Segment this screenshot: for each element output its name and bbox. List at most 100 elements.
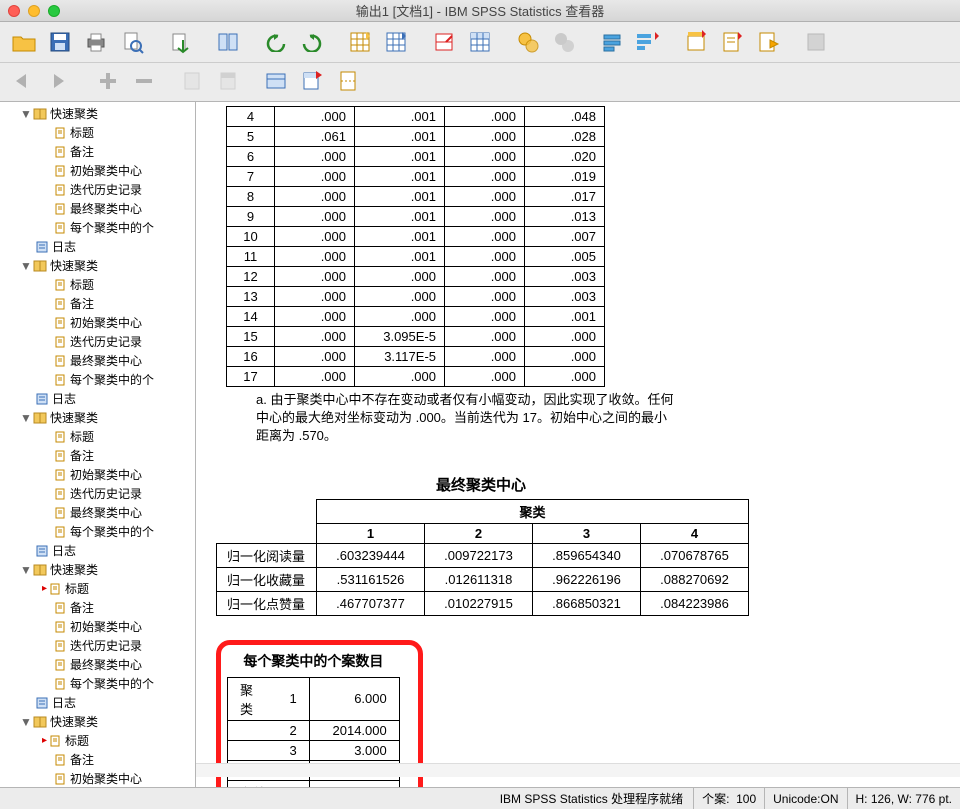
outline-child-item[interactable]: 每个聚类中的个 — [2, 674, 195, 693]
open-file-button[interactable] — [8, 26, 40, 58]
minimize-window-button[interactable] — [28, 5, 40, 17]
outline-child-item[interactable]: 标题 — [2, 275, 195, 294]
close-window-button[interactable] — [8, 5, 20, 17]
insert-new-heading-button[interactable] — [296, 65, 328, 97]
outline-child-item[interactable]: 最终聚类中心 — [2, 199, 195, 218]
table-row[interactable]: 5.061.001.000.028 — [227, 127, 605, 147]
outline-child-item[interactable]: 初始聚类中心 — [2, 313, 195, 332]
outline-child-item[interactable]: 每个聚类中的个 — [2, 522, 195, 541]
content-area: ▼快速聚类标题备注初始聚类中心迭代历史记录最终聚类中心每个聚类中的个日志▼快速聚… — [0, 102, 960, 787]
status-unicode: Unicode:ON — [764, 788, 846, 809]
outline-child-item[interactable]: 初始聚类中心 — [2, 465, 195, 484]
table-row[interactable]: 14.000.000.000.001 — [227, 307, 605, 327]
outline-child-item[interactable]: 迭代历史记录 — [2, 180, 195, 199]
outline-child-item[interactable]: 备注 — [2, 142, 195, 161]
outline-group-item[interactable]: ▼快速聚类 — [2, 256, 195, 275]
outline-child-item[interactable]: 最终聚类中心 — [2, 503, 195, 522]
outline-group-item[interactable]: ▼快速聚类 — [2, 408, 195, 427]
insert-heading-button[interactable] — [632, 26, 664, 58]
nav-forward-button[interactable] — [44, 65, 76, 97]
table-row[interactable]: 13.000.000.000.003 — [227, 287, 605, 307]
outline-child-item[interactable]: 迭代历史记录 — [2, 484, 195, 503]
outline-pane[interactable]: ▼快速聚类标题备注初始聚类中心迭代历史记录最终聚类中心每个聚类中的个日志▼快速聚… — [0, 102, 196, 787]
print-button[interactable] — [80, 26, 112, 58]
export-button[interactable] — [164, 26, 196, 58]
outline-child-item[interactable]: 迭代历史记录 — [2, 332, 195, 351]
outline-group-item[interactable]: ▼快速聚类 — [2, 560, 195, 579]
insert-page-break-button[interactable] — [332, 65, 364, 97]
table-row[interactable]: 15.0003.095E-5.000.000 — [227, 327, 605, 347]
table-row[interactable]: 有效2192.000 — [228, 780, 400, 787]
promote-button[interactable] — [92, 65, 124, 97]
table-row[interactable]: 6.000.001.000.020 — [227, 147, 605, 167]
final-cluster-centers-table[interactable]: 聚类 1234 归一化阅读量.603239444.009722173.85965… — [216, 499, 749, 616]
outline-log-item[interactable]: 日志 — [2, 541, 195, 560]
outline-child-item[interactable]: 初始聚类中心 — [2, 617, 195, 636]
iteration-history-table[interactable]: 4.000.001.000.0485.061.001.000.0286.000.… — [226, 106, 605, 387]
use-sets-button[interactable] — [548, 26, 580, 58]
centers-column-header: 3 — [533, 523, 641, 543]
table-row[interactable]: 7.000.001.000.019 — [227, 167, 605, 187]
show-hide-button[interactable] — [260, 65, 292, 97]
table-row[interactable]: 10.000.001.000.007 — [227, 227, 605, 247]
output-viewer-pane[interactable]: 4.000.001.000.0485.061.001.000.0286.000.… — [196, 102, 960, 787]
outline-child-item[interactable]: 备注 — [2, 750, 195, 769]
demote-button[interactable] — [128, 65, 160, 97]
zoom-window-button[interactable] — [48, 5, 60, 17]
outline-child-item[interactable]: 备注 — [2, 446, 195, 465]
outline-group-item[interactable]: ▼快速聚类 — [2, 712, 195, 731]
select-cases-button[interactable] — [464, 26, 496, 58]
expand-button[interactable] — [176, 65, 208, 97]
table-row[interactable]: 聚类16.000 — [228, 677, 400, 720]
table-row[interactable]: 归一化收藏量.531161526.012611318.962226196.088… — [217, 567, 749, 591]
value-labels-button[interactable] — [512, 26, 544, 58]
goto-data-button[interactable] — [344, 26, 376, 58]
outline-child-item[interactable]: 最终聚类中心 — [2, 655, 195, 674]
outline-child-item[interactable]: ▸标题 — [2, 731, 195, 750]
table-row[interactable]: 33.000 — [228, 740, 400, 760]
table-row[interactable]: 22014.000 — [228, 720, 400, 740]
variables-button[interactable] — [428, 26, 460, 58]
goto-case-button[interactable] — [380, 26, 412, 58]
outline-child-item[interactable]: 初始聚类中心 — [2, 161, 195, 180]
outline-child-item[interactable]: 初始聚类中心 — [2, 769, 195, 787]
designate-window-button[interactable] — [800, 26, 832, 58]
main-horizontal-scrollbar[interactable] — [196, 763, 960, 777]
table-row[interactable]: 12.000.000.000.003 — [227, 267, 605, 287]
recall-dialog-button[interactable] — [212, 26, 244, 58]
print-preview-button[interactable] — [116, 26, 148, 58]
undo-button[interactable] — [260, 26, 292, 58]
table-row[interactable]: 归一化阅读量.603239444.009722173.859654340.070… — [217, 543, 749, 567]
table-row[interactable]: 9.000.001.000.013 — [227, 207, 605, 227]
table-row[interactable]: 17.000.000.000.000 — [227, 367, 605, 387]
save-button[interactable] — [44, 26, 76, 58]
outline-log-item[interactable]: 日志 — [2, 389, 195, 408]
outline-log-item[interactable]: 日志 — [2, 693, 195, 712]
table-row[interactable]: 归一化点赞量.467707377.010227915.866850321.084… — [217, 591, 749, 615]
insert-text-button[interactable] — [716, 26, 748, 58]
run-script-button[interactable] — [752, 26, 784, 58]
outline-child-item[interactable]: 迭代历史记录 — [2, 636, 195, 655]
outline-child-item[interactable]: 备注 — [2, 598, 195, 617]
outline-child-item[interactable]: 备注 — [2, 294, 195, 313]
outline-log-item[interactable]: 日志 — [2, 237, 195, 256]
show-all-button[interactable] — [596, 26, 628, 58]
outline-child-item[interactable]: 每个聚类中的个 — [2, 218, 195, 237]
outline-child-item[interactable]: 标题 — [2, 123, 195, 142]
redo-button[interactable] — [296, 26, 328, 58]
outline-group-item[interactable]: ▼快速聚类 — [2, 104, 195, 123]
app-window: 输出1 [文档1] - IBM SPSS Statistics 查看器 — [0, 0, 960, 809]
table-row[interactable]: 11.000.001.000.005 — [227, 247, 605, 267]
table-row[interactable]: 8.000.001.000.017 — [227, 187, 605, 207]
table-row[interactable]: 16.0003.117E-5.000.000 — [227, 347, 605, 367]
outline-child-item[interactable]: 最终聚类中心 — [2, 351, 195, 370]
outline-child-item[interactable]: ▸标题 — [2, 579, 195, 598]
nav-back-button[interactable] — [8, 65, 40, 97]
insert-title-button[interactable] — [680, 26, 712, 58]
outline-child-item[interactable]: 标题 — [2, 427, 195, 446]
collapse-button[interactable] — [212, 65, 244, 97]
centers-column-header: 1 — [317, 523, 425, 543]
table-row[interactable]: 4.000.001.000.048 — [227, 107, 605, 127]
outline-child-item[interactable]: 每个聚类中的个 — [2, 370, 195, 389]
window-controls — [8, 5, 60, 17]
